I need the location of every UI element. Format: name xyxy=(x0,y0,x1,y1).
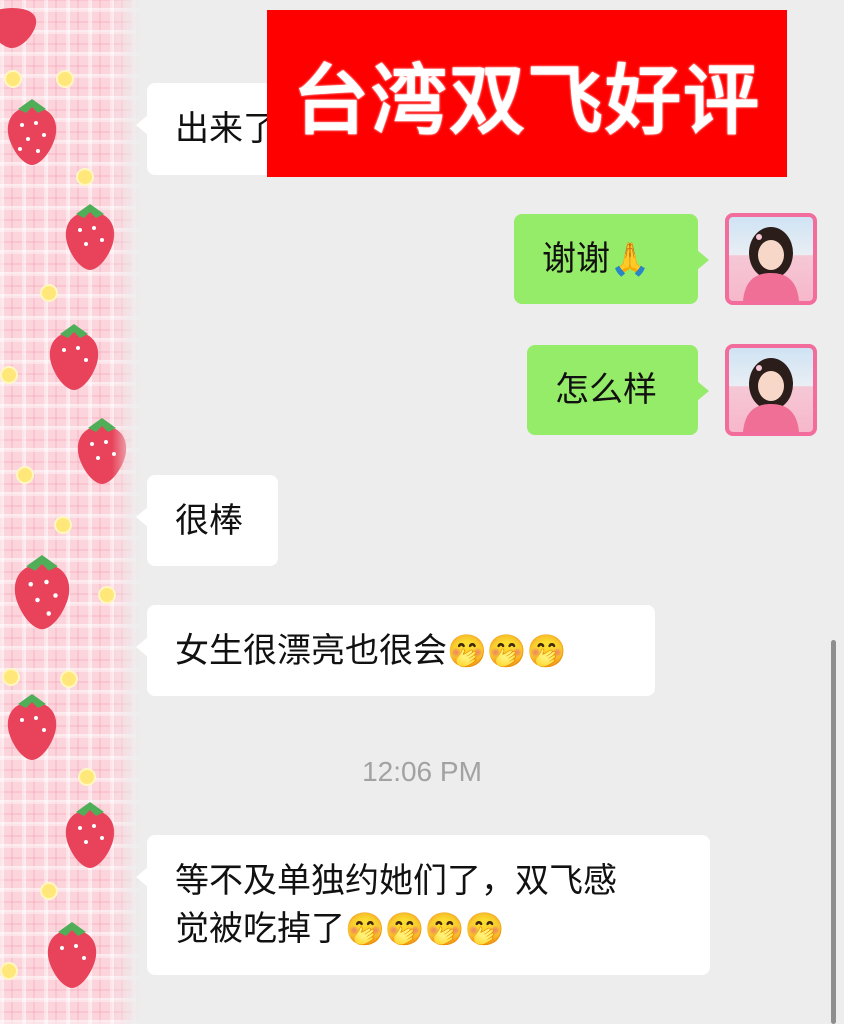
message-timestamp: 12:06 PM xyxy=(362,756,482,787)
title-banner: 台湾双飞好评 xyxy=(267,10,787,177)
yellow-dot xyxy=(40,882,58,900)
yellow-dot xyxy=(98,586,116,604)
scrollbar[interactable] xyxy=(831,640,836,1024)
outgoing-message[interactable]: 怎么样 xyxy=(527,345,709,435)
message-text-line-1: 等不及单独约她们了，双飞感 xyxy=(175,861,617,901)
strawberry-icon xyxy=(47,922,97,988)
yellow-dot xyxy=(2,668,20,686)
message-text: 很棒 xyxy=(175,500,243,541)
yellow-dot xyxy=(0,962,18,980)
pray-emoji-icon: 🙏 xyxy=(610,240,650,278)
avatar-portrait-icon xyxy=(743,358,799,432)
hand-over-mouth-emoji-icon: 🤭🤭🤭 xyxy=(447,631,567,670)
user-avatar[interactable] xyxy=(725,213,817,305)
incoming-message[interactable]: 很棒 xyxy=(136,475,278,566)
strawberry-icon xyxy=(7,99,57,165)
message-text: 出来了 xyxy=(175,109,277,149)
yellow-dot xyxy=(54,516,72,534)
yellow-dot xyxy=(56,70,74,88)
strawberry-icon xyxy=(14,555,70,630)
incoming-message[interactable]: 女生很漂亮也很会 🤭🤭🤭 xyxy=(136,605,655,696)
yellow-dot xyxy=(4,70,22,88)
avatar-portrait-icon xyxy=(743,227,799,301)
message-text: 谢谢 xyxy=(542,239,610,279)
strawberry-icon xyxy=(7,694,57,760)
strawberry-pattern-background xyxy=(0,0,140,1024)
yellow-dot xyxy=(16,466,34,484)
strawberry-icon xyxy=(65,802,115,868)
incoming-message[interactable]: 等不及单独约她们了，双飞感 觉被吃掉了🤭🤭🤭🤭 xyxy=(136,835,710,975)
message-text: 女生很漂亮也很会 xyxy=(175,630,447,671)
message-text-line-2: 觉被吃掉了🤭🤭🤭🤭 xyxy=(175,905,710,953)
banner-title: 台湾双飞好评 xyxy=(293,55,761,145)
yellow-dot xyxy=(40,284,58,302)
hand-over-mouth-emoji-icon: 🤭🤭🤭🤭 xyxy=(345,910,505,948)
message-text-line-2-text: 觉被吃掉了 xyxy=(175,909,345,949)
yellow-dot xyxy=(76,168,94,186)
strawberry-icon xyxy=(77,418,127,484)
strawberry-icon xyxy=(65,204,115,270)
yellow-dot xyxy=(60,670,78,688)
outgoing-message[interactable]: 谢谢 🙏 xyxy=(514,214,709,304)
yellow-dot xyxy=(0,366,18,384)
strawberry-icon xyxy=(0,8,37,48)
strawberry-icon xyxy=(49,324,99,390)
message-text: 怎么样 xyxy=(555,370,657,410)
user-avatar[interactable] xyxy=(725,344,817,436)
